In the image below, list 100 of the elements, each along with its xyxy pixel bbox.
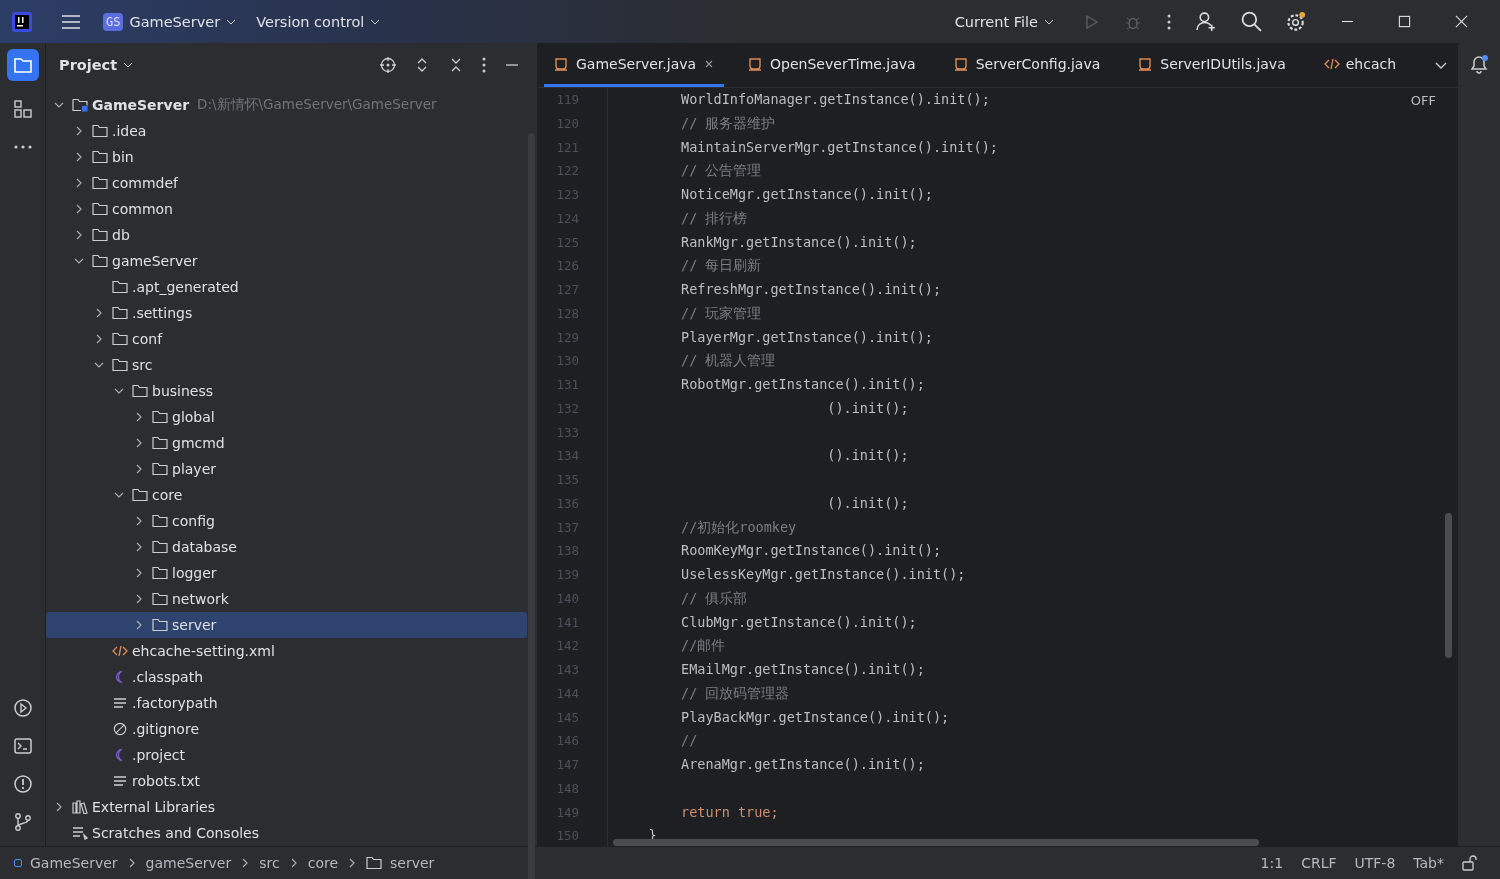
chevron-right-icon[interactable] (74, 178, 84, 188)
tree-item[interactable]: bin (46, 144, 527, 170)
chevron-right-icon[interactable] (134, 412, 144, 422)
tree-item[interactable]: logger (46, 560, 527, 586)
tree-item[interactable]: GameServer D:\新情怀\GameServer\GameServer (46, 92, 527, 118)
chevron-right-icon[interactable] (134, 542, 144, 552)
tree-item[interactable]: .gitignore (46, 716, 527, 742)
tree-item[interactable]: db (46, 222, 527, 248)
tree-item[interactable]: .project (46, 742, 527, 768)
tree-item[interactable]: .settings (46, 300, 527, 326)
indent-setting[interactable]: Tab* (1413, 855, 1444, 871)
chevron-right-icon[interactable] (134, 516, 144, 526)
folder-icon (132, 488, 148, 502)
tree-item[interactable]: network (46, 586, 527, 612)
chevron-right-icon[interactable] (134, 594, 144, 604)
tree-item[interactable]: player (46, 456, 527, 482)
breadcrumb[interactable]: src (259, 855, 280, 871)
project-view-selector[interactable]: Project (59, 57, 134, 73)
code-line: //邮件 (680, 637, 726, 654)
chevron-down-icon[interactable] (114, 386, 124, 396)
editor-tab[interactable]: ServerConfig.java (943, 43, 1111, 87)
coffee-cup-icon (953, 56, 970, 71)
folder-icon (92, 202, 108, 216)
tree-item[interactable]: ehcache-setting.xml (46, 638, 527, 664)
more-icon[interactable] (482, 57, 486, 73)
project-selector[interactable]: GS GameServer (103, 12, 237, 31)
breadcrumb[interactable]: server (390, 855, 435, 871)
chevron-right-icon[interactable] (134, 464, 144, 474)
terminal-icon[interactable] (12, 736, 33, 756)
tree-item[interactable]: gameServer (46, 248, 527, 274)
tree-item[interactable]: global (46, 404, 527, 430)
tree-item[interactable]: robots.txt (46, 768, 527, 794)
locate-icon[interactable] (380, 57, 396, 73)
menu-icon[interactable] (61, 13, 81, 30)
tree-item[interactable]: core (46, 482, 527, 508)
close-icon[interactable] (704, 58, 715, 69)
tree-item[interactable]: External Libraries (46, 794, 527, 820)
settings-icon[interactable] (1286, 11, 1307, 32)
code-line: MaintainServerMgr.getInstance().init(); (680, 138, 998, 155)
editor-tab[interactable]: OpenSeverTime.java (738, 43, 926, 87)
scratches-icon (72, 826, 88, 840)
search-icon[interactable] (1241, 11, 1262, 32)
folder-icon[interactable] (6, 49, 39, 81)
tree-item[interactable]: .idea (46, 118, 527, 144)
breadcrumb[interactable]: GameServer (30, 855, 118, 871)
scrollbar[interactable] (1445, 513, 1452, 658)
tree-item[interactable]: database (46, 534, 527, 560)
chevron-right-icon[interactable] (134, 568, 144, 578)
breadcrumb[interactable]: gameServer (145, 855, 232, 871)
project-path: D:\新情怀\GameServer\GameServer (197, 96, 437, 114)
chevron-right-icon[interactable] (74, 204, 84, 214)
cursor-position[interactable]: 1:1 (1260, 855, 1284, 871)
notification-bell-icon[interactable] (1468, 53, 1490, 75)
tree-item[interactable]: .factorypath (46, 690, 527, 716)
chevron-right-icon[interactable] (94, 308, 104, 318)
services-icon[interactable] (12, 698, 33, 718)
chevron-down-icon[interactable] (94, 360, 104, 370)
chevron-right-icon[interactable] (74, 152, 84, 162)
editor-tab[interactable]: ServerIDUtils.java (1128, 43, 1296, 87)
breadcrumb[interactable]: core (307, 855, 338, 871)
chevron-right-icon[interactable] (134, 620, 144, 630)
chevron-down-icon[interactable] (114, 490, 124, 500)
tree-item[interactable]: common (46, 196, 527, 222)
editor-tab[interactable]: GameServer.java (544, 43, 725, 87)
tree-item[interactable]: Scratches and Consoles (46, 820, 527, 846)
chevron-right-icon[interactable] (74, 230, 84, 240)
chevron-right-icon[interactable] (54, 802, 64, 812)
tree-item[interactable]: .apt_generated (46, 274, 527, 300)
tree-item[interactable]: business (46, 378, 527, 404)
app-logo-icon[interactable] (12, 11, 32, 32)
chevron-right-icon[interactable] (94, 334, 104, 344)
scrollbar[interactable] (528, 133, 535, 879)
unlock-icon[interactable] (1461, 855, 1477, 871)
structure-icon[interactable] (12, 99, 33, 119)
file-encoding[interactable]: UTF-8 (1354, 855, 1396, 871)
code-line: RankMgr.getInstance().init(); (680, 233, 917, 250)
maximize-icon[interactable] (1398, 15, 1411, 28)
scrollbar[interactable] (613, 839, 1259, 846)
chevron-down-icon[interactable] (74, 256, 84, 266)
chevron-right-icon[interactable] (134, 438, 144, 448)
tree-item[interactable]: config (46, 508, 527, 534)
tree-item[interactable]: server (46, 612, 527, 638)
close-icon[interactable] (1455, 15, 1468, 28)
tree-item[interactable]: .classpath (46, 664, 527, 690)
tree-item[interactable]: gmcmd (46, 430, 527, 456)
git-branch-icon[interactable] (12, 812, 33, 832)
chevron-right-icon[interactable] (74, 126, 84, 136)
line-separator[interactable]: CRLF (1301, 855, 1337, 871)
tree-item[interactable]: conf (46, 326, 527, 352)
code-line: // 回放码管理器 (680, 684, 790, 701)
more-icon[interactable] (1167, 13, 1171, 30)
chevron-down-icon[interactable] (54, 100, 64, 110)
editor-tab[interactable]: ehcach (1313, 43, 1407, 87)
run-configuration-selector[interactable]: Current File (954, 13, 1054, 30)
tree-item[interactable]: src (46, 352, 527, 378)
problems-icon[interactable] (12, 774, 33, 794)
add-user-icon[interactable] (1196, 11, 1217, 32)
tree-item[interactable]: commdef (46, 170, 527, 196)
code-line: // 机器人管理 (680, 352, 776, 369)
version-control-menu[interactable]: Version control (256, 13, 381, 30)
